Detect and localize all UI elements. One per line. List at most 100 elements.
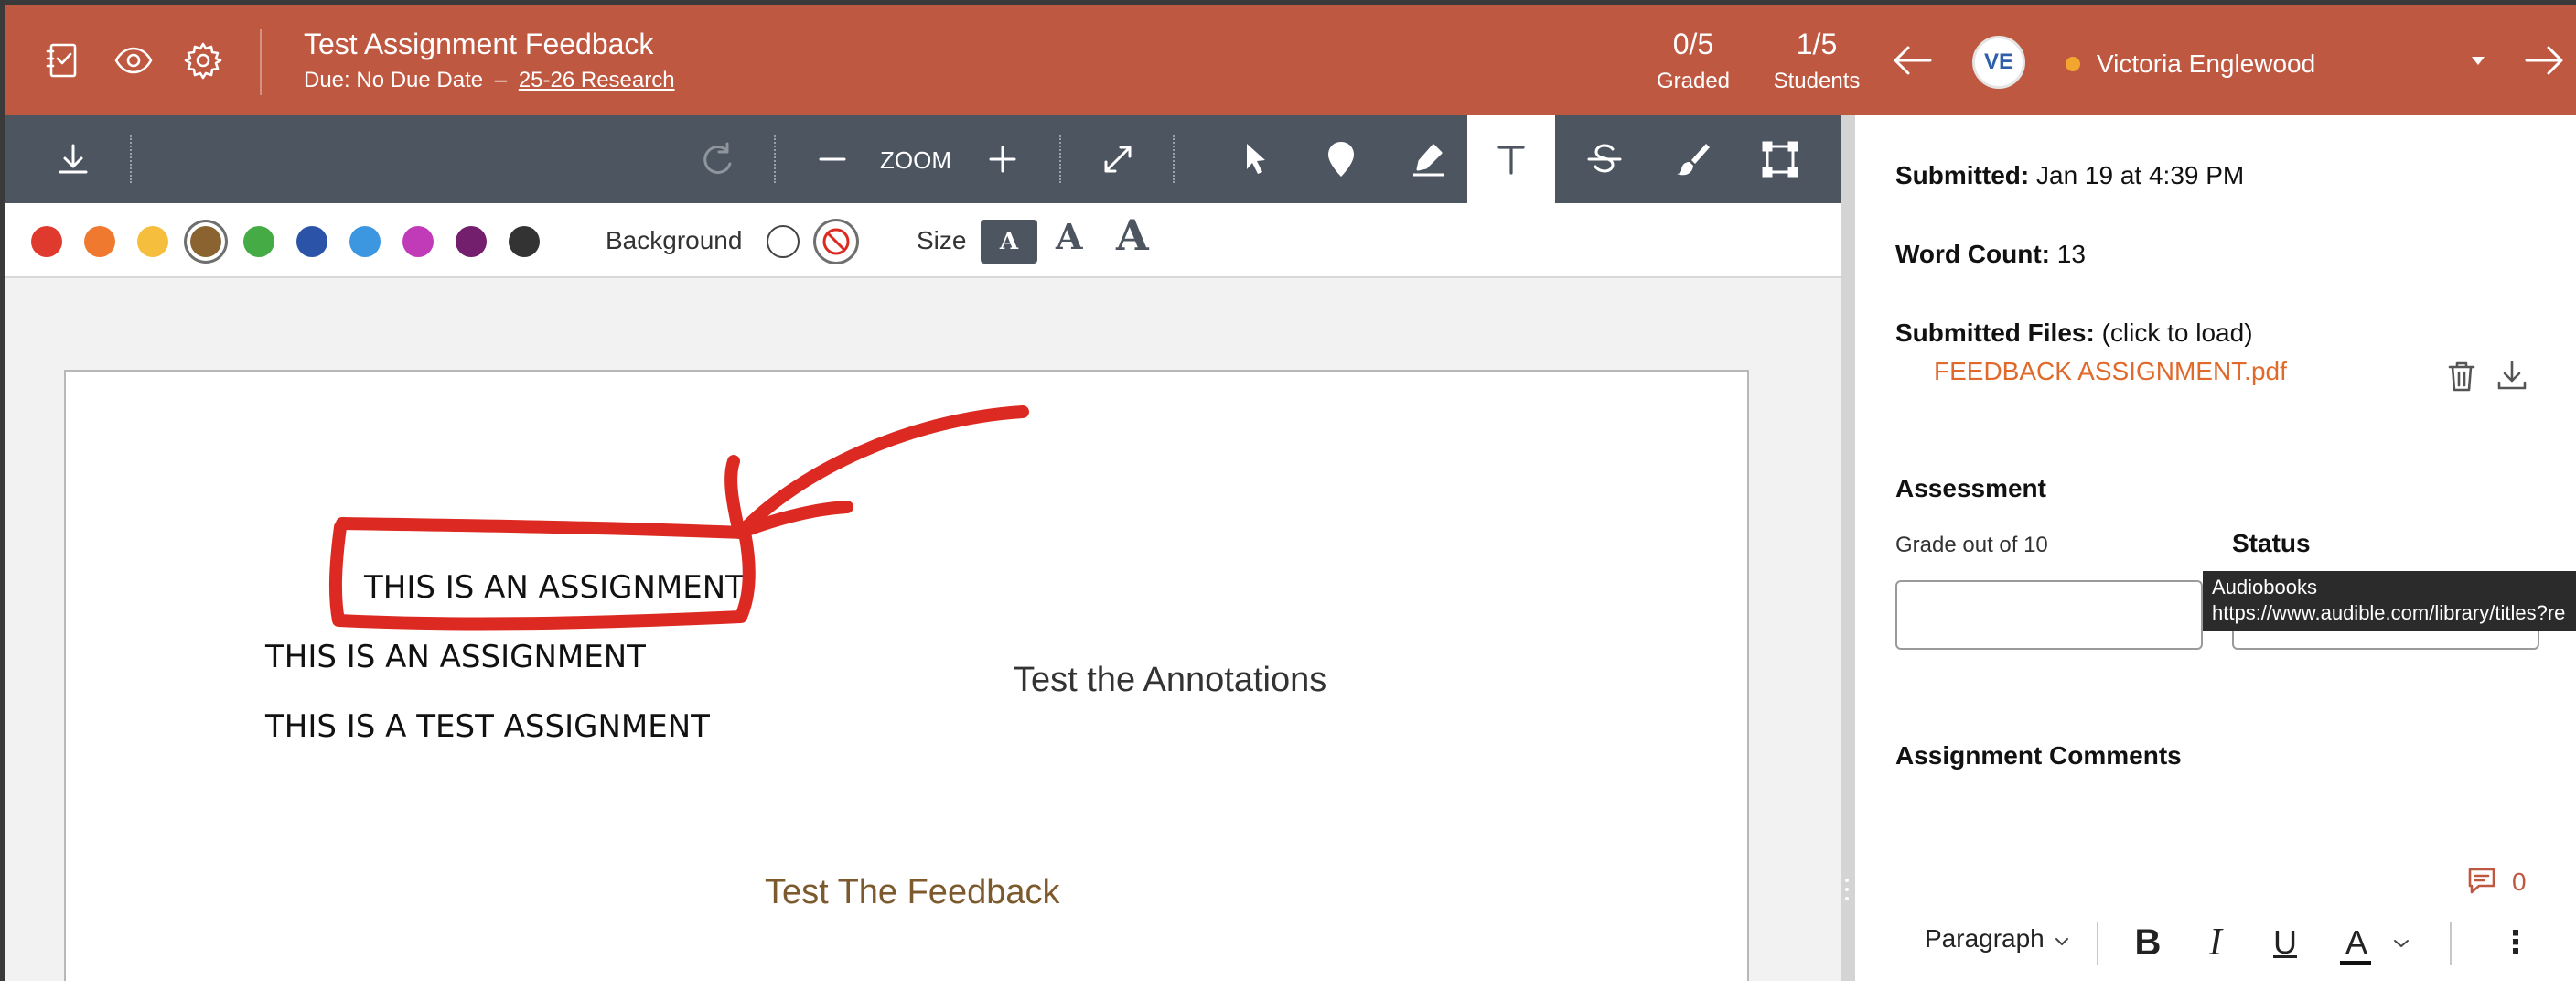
grader-header: Test Assignment Feedback Due: No Due Dat… (5, 5, 2576, 115)
size-medium-button[interactable]: A (1056, 216, 1082, 257)
underline-button[interactable]: U (2265, 921, 2305, 965)
editor-divider (2097, 922, 2098, 965)
toolbar-divider (1059, 135, 1061, 183)
toolbar-divider (774, 135, 776, 183)
color-swatch[interactable] (402, 226, 434, 257)
student-name-select[interactable]: Victoria Englewood (2097, 49, 2315, 79)
size-large-button[interactable]: A (1116, 210, 1149, 260)
chevron-down-icon[interactable] (2055, 937, 2069, 946)
submitted-label: Submitted: (1895, 161, 2030, 189)
assignment-subtitle: Due: No Due Date – 25-26 Research (304, 68, 675, 93)
subtitle-separator: – (494, 68, 508, 92)
assignment-comments-heading: Assignment Comments (1895, 741, 2182, 770)
color-swatch[interactable] (349, 226, 381, 257)
eye-icon[interactable] (112, 38, 156, 82)
student-avatar: VE (1972, 36, 2025, 89)
assignment-title: Test Assignment Feedback (304, 27, 654, 60)
word-count-row: Word Count: 13 (1895, 240, 2086, 269)
color-swatch[interactable] (137, 226, 168, 257)
word-count-value: 13 (2056, 240, 2086, 268)
window-left-edge (0, 0, 5, 981)
submitted-files-hint: (click to load) (2101, 318, 2253, 347)
submitted-value: Jan 19 at 4:39 PM (2036, 161, 2245, 189)
italic-button[interactable]: I (2195, 921, 2236, 965)
select-pointer-icon[interactable] (1222, 115, 1288, 203)
color-swatch[interactable] (509, 226, 540, 257)
chevron-down-icon[interactable] (2393, 939, 2410, 948)
comment-count: 0 (2512, 868, 2527, 896)
redo-icon[interactable] (690, 115, 745, 203)
document-viewer: THIS IS AN ASSIGNMENT THIS IS AN ASSIGNM… (5, 278, 1841, 981)
tooltip-url: https://www.audible.com/library/titles?r… (2212, 601, 2566, 624)
freehand-brush-icon[interactable] (1659, 115, 1725, 203)
students-label: Students (1773, 69, 1861, 93)
graded-label: Graded (1656, 69, 1731, 93)
gradebook-icon[interactable] (42, 38, 86, 82)
area-annotation-icon[interactable] (1747, 115, 1813, 203)
size-small-button[interactable]: A (981, 220, 1037, 264)
submitted-files-label: Submitted Files: (1895, 318, 2095, 347)
color-swatch[interactable] (456, 226, 487, 257)
grade-input[interactable] (1895, 580, 2203, 650)
annotation-toolbar: ZOOM (5, 115, 1841, 203)
student-dropdown-caret-icon[interactable] (2472, 57, 2485, 65)
size-label: Size (917, 226, 967, 254)
due-date-text: Due: No Due Date (304, 68, 484, 92)
color-swatch[interactable] (296, 226, 327, 257)
more-options-button[interactable]: ⋮ (2496, 921, 2536, 965)
header-divider (260, 29, 262, 95)
assessment-heading: Assessment (1895, 474, 2046, 502)
highlight-icon[interactable] (1396, 115, 1462, 203)
background-label: Background (606, 226, 743, 254)
comment-editor-toolbar: Paragraph B I U A ⋮ (1855, 911, 2576, 981)
background-white-option[interactable] (767, 225, 800, 258)
course-link[interactable]: 25-26 Research (519, 68, 675, 92)
point-annotation-icon[interactable] (1308, 115, 1374, 203)
text-color-button[interactable]: A (2336, 921, 2377, 965)
gear-icon[interactable] (181, 38, 225, 82)
no-background-icon[interactable] (816, 221, 856, 262)
tooltip-title: Audiobooks (2212, 576, 2317, 598)
color-swatch[interactable] (84, 226, 115, 257)
submitted-files-row: Submitted Files: (click to load) (1895, 318, 2253, 348)
submitted-row: Submitted: Jan 19 at 4:39 PM (1895, 161, 2244, 190)
comment-icon[interactable] (2466, 866, 2497, 895)
annotation-options-bar: Background Size A A A (5, 203, 1841, 278)
previous-student-arrow-icon[interactable] (1892, 42, 1934, 79)
online-status-dot (2066, 57, 2080, 71)
zoom-in-icon[interactable] (975, 115, 1030, 203)
color-swatch[interactable] (31, 226, 62, 257)
zoom-out-icon[interactable] (805, 115, 860, 203)
students-stat: 1/5 Students (1762, 27, 1872, 94)
next-student-arrow-icon[interactable] (2523, 42, 2565, 79)
word-count-label: Word Count: (1895, 240, 2050, 268)
browser-tooltip: Audiobooks https://www.audible.com/libra… (2203, 571, 2576, 631)
submitted-file-link[interactable]: FEEDBACK ASSIGNMENT.pdf (1934, 357, 2287, 386)
color-swatch[interactable] (243, 226, 274, 257)
graded-stat: 0/5 Graded (1643, 27, 1744, 94)
grading-panel: Submitted: Jan 19 at 4:39 PM Word Count:… (1855, 115, 2576, 981)
editor-divider (2450, 922, 2452, 965)
freehand-ink-annotation[interactable] (66, 372, 1751, 981)
zoom-label: ZOOM (880, 146, 951, 174)
toolbar-divider (130, 135, 132, 183)
trash-icon[interactable] (2446, 359, 2477, 393)
color-swatch[interactable] (190, 226, 221, 257)
bold-button[interactable]: B (2128, 921, 2168, 965)
status-label: Status (2232, 529, 2311, 557)
grade-label: Grade out of 10 (1895, 533, 2048, 557)
document-page[interactable]: THIS IS AN ASSIGNMENT THIS IS AN ASSIGNM… (64, 370, 1749, 981)
toolbar-divider (1173, 135, 1175, 183)
panel-splitter[interactable] (1841, 115, 1855, 981)
text-tool-icon[interactable] (1467, 115, 1555, 203)
students-count: 1/5 (1796, 27, 1838, 60)
strikeout-icon[interactable] (1572, 115, 1637, 203)
grader-window: Test Assignment Feedback Due: No Due Dat… (0, 0, 2576, 981)
paragraph-style-select[interactable]: Paragraph (1925, 924, 2045, 954)
text-color-indicator (2340, 961, 2371, 965)
graded-count: 0/5 (1672, 27, 1714, 60)
fullscreen-icon[interactable] (1090, 115, 1145, 203)
splitter-grip-icon[interactable] (1842, 879, 1852, 915)
download-icon[interactable] (46, 115, 101, 203)
download-file-icon[interactable] (2496, 359, 2528, 393)
